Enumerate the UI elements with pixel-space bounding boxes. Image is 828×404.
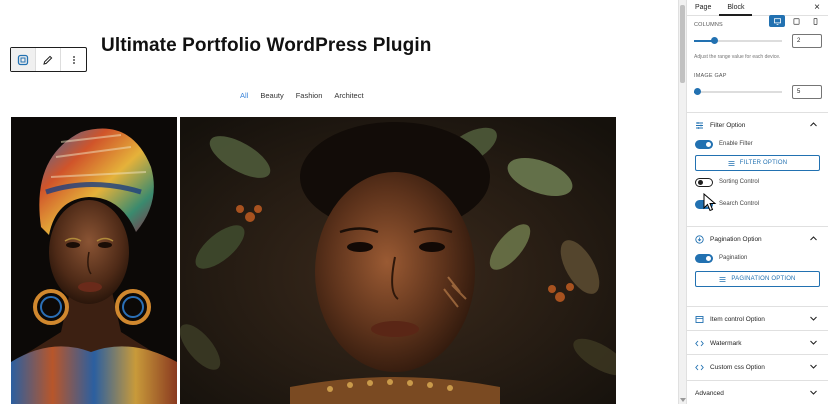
- enable-filter-label: Enable Filter: [719, 141, 753, 147]
- pagination-option-title: Pagination Option: [710, 235, 762, 243]
- portfolio-block-icon[interactable]: [11, 48, 36, 71]
- filter-fashion[interactable]: Fashion: [296, 91, 323, 100]
- sorting-control-row: Sorting Control: [687, 175, 828, 189]
- device-switcher: [769, 15, 823, 27]
- chevron-down-icon: [810, 316, 817, 322]
- pagination-icon: [695, 234, 704, 244]
- tablet-icon[interactable]: [788, 15, 804, 27]
- gallery-image-portrait-leaves[interactable]: [180, 117, 616, 404]
- pagination-row: Pagination: [687, 251, 828, 265]
- desktop-icon[interactable]: [769, 15, 785, 27]
- columns-label: COLUMNS: [694, 22, 723, 28]
- image-gap-slider-handle[interactable]: [693, 88, 701, 95]
- item-control-icon: [695, 315, 704, 324]
- enable-filter-row: Enable Filter: [687, 137, 828, 151]
- page-title: Ultimate Portfolio WordPress Plugin: [101, 35, 432, 56]
- item-control-option-title: Item control Option: [710, 315, 765, 323]
- gallery-image-portrait-headwrap[interactable]: [11, 117, 177, 404]
- filter-architect[interactable]: Architect: [334, 91, 363, 100]
- pagination-option-panel: Pagination Option Pagination PAGINATION …: [687, 226, 828, 291]
- item-control-option-header[interactable]: Item control Option: [687, 307, 828, 331]
- pagination-option-button[interactable]: PAGINATION OPTION: [695, 271, 820, 287]
- chevron-down-icon: [810, 340, 817, 346]
- image-gap-range: 5: [693, 85, 822, 99]
- watermark-header[interactable]: Watermark: [687, 331, 828, 355]
- sliders-icon: [719, 276, 726, 282]
- sorting-control-toggle[interactable]: [695, 177, 713, 187]
- chevron-down-icon: [810, 364, 817, 370]
- sidebar-scrollbar[interactable]: [678, 0, 686, 404]
- filter-option-button-label: FILTER OPTION: [739, 160, 788, 166]
- columns-number-input[interactable]: 2: [792, 34, 822, 48]
- code-icon: [695, 339, 704, 348]
- filter-all[interactable]: All: [240, 91, 248, 100]
- tab-page[interactable]: Page: [687, 0, 719, 16]
- columns-setting: COLUMNS: [694, 15, 823, 30]
- filter-option-header[interactable]: Filter Option: [687, 113, 828, 137]
- tab-block[interactable]: Block: [719, 0, 753, 16]
- editor-canvas: Ultimate Portfolio WordPress Plugin All …: [0, 0, 678, 404]
- columns-slider-track[interactable]: [694, 37, 782, 44]
- chevron-down-icon: [810, 390, 817, 396]
- mouse-cursor-icon: [703, 193, 717, 212]
- columns-range: 2: [694, 34, 822, 48]
- close-icon[interactable]: ×: [814, 2, 820, 13]
- watermark-panel: Watermark: [687, 330, 828, 355]
- filter-beauty[interactable]: Beauty: [260, 91, 283, 100]
- code-icon: [695, 363, 704, 372]
- chevron-up-icon: [810, 236, 817, 242]
- sorting-control-label: Sorting Control: [719, 179, 760, 185]
- mobile-icon[interactable]: [807, 15, 823, 27]
- custom-css-option-title: Custom css Option: [710, 363, 765, 371]
- image-gap-slider-track[interactable]: [693, 88, 782, 95]
- pagination-label: Pagination: [719, 255, 748, 261]
- pagination-toggle[interactable]: [695, 253, 713, 263]
- sidebar-tabs: Page Block ×: [687, 0, 828, 16]
- filter-option-button[interactable]: FILTER OPTION: [695, 155, 820, 171]
- sliders-icon: [728, 160, 735, 166]
- custom-css-option-header[interactable]: Custom css Option: [687, 355, 828, 379]
- search-control-label: Search Control: [719, 201, 760, 207]
- watermark-title: Watermark: [710, 339, 742, 347]
- pagination-option-button-label: PAGINATION OPTION: [731, 276, 796, 282]
- item-control-option-panel: Item control Option: [687, 306, 828, 331]
- block-toolbar: [10, 47, 87, 72]
- image-gap-number-input[interactable]: 5: [792, 85, 822, 99]
- more-vertical-icon[interactable]: [61, 48, 86, 71]
- image-gap-label: IMAGE GAP: [694, 73, 727, 79]
- pagination-option-header[interactable]: Pagination Option: [687, 227, 828, 251]
- sliders-icon: [695, 121, 704, 130]
- portfolio-gallery: [11, 117, 616, 404]
- portfolio-filter-bar: All Beauty Fashion Architect: [240, 91, 364, 100]
- chevron-up-icon: [810, 122, 817, 128]
- pencil-icon[interactable]: [36, 48, 61, 71]
- scrollbar-thumb[interactable]: [680, 5, 685, 83]
- columns-slider-handle[interactable]: [711, 37, 719, 44]
- custom-css-option-panel: Custom css Option: [687, 354, 828, 379]
- advanced-header[interactable]: Advanced: [687, 381, 828, 404]
- advanced-panel: Advanced: [687, 380, 828, 404]
- advanced-title: Advanced: [695, 389, 724, 397]
- columns-help-text: Adjust the range value for each device.: [694, 54, 781, 60]
- enable-filter-toggle[interactable]: [695, 139, 713, 149]
- filter-option-title: Filter Option: [710, 121, 746, 129]
